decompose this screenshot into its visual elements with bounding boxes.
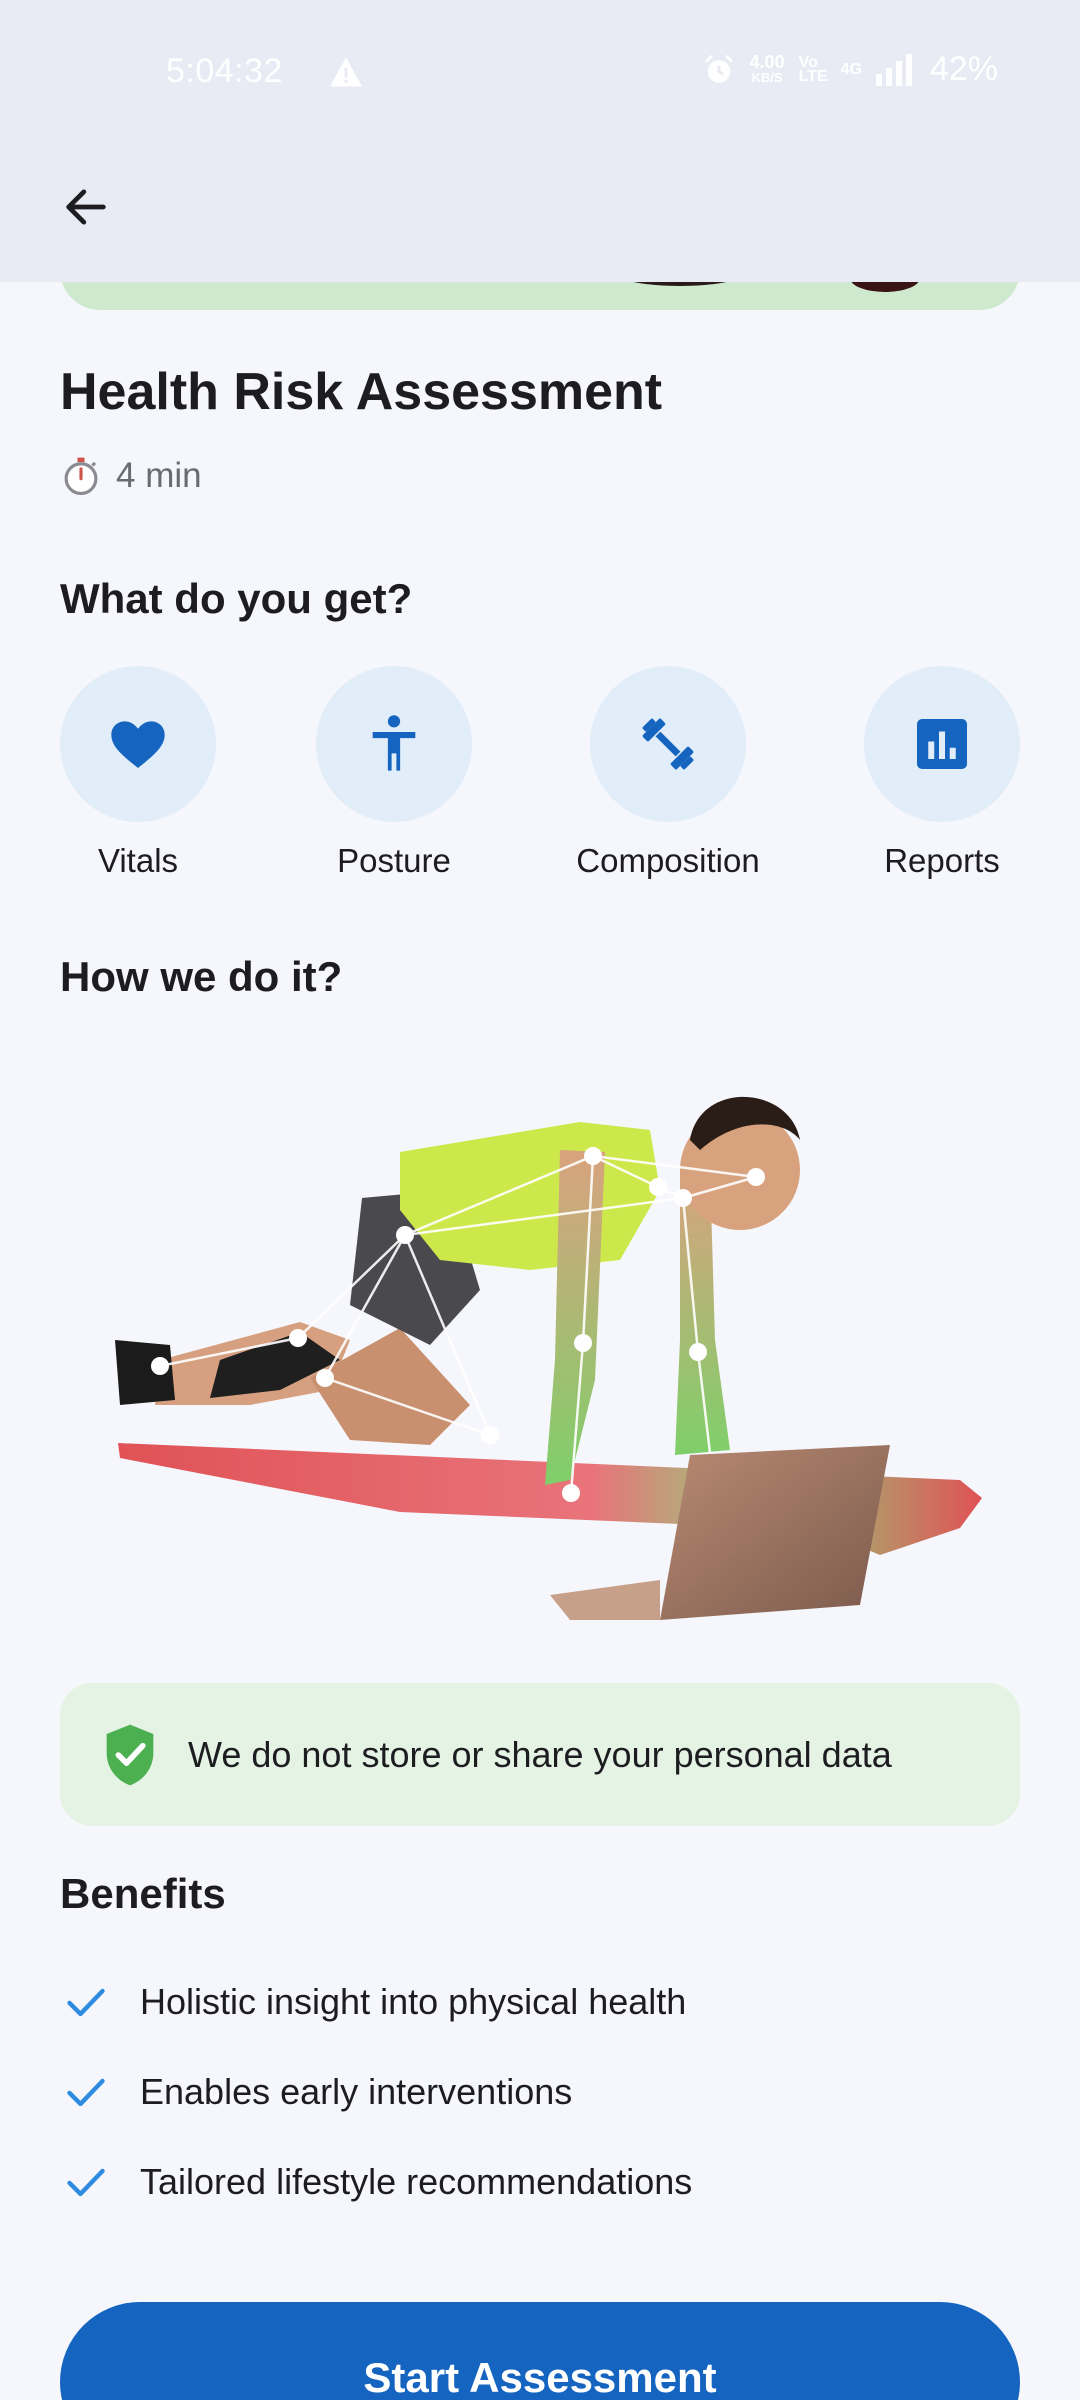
- battery-level: 42%: [929, 50, 998, 88]
- net-speed: 4.00 KB/S: [749, 51, 785, 86]
- feature-icon-circle: [60, 666, 216, 822]
- dumbbell-icon: [642, 718, 694, 770]
- start-assessment-button[interactable]: Start Assessment: [60, 2302, 1020, 2400]
- net-speed-value: 4.00: [749, 51, 785, 72]
- feature-icon-circle: [316, 666, 472, 822]
- benefits-heading: Benefits: [60, 1870, 226, 1917]
- pose-tracking-illustration: [115, 1096, 982, 1620]
- net-speed-unit: KB/S: [751, 69, 783, 85]
- app-bar: [0, 145, 1080, 282]
- feature-label: Posture: [337, 842, 451, 879]
- check-icon: [67, 1988, 105, 2017]
- feature-icon-circle: [864, 666, 1020, 822]
- feature-label: Reports: [884, 842, 1000, 879]
- arrow-left-icon: [66, 189, 106, 225]
- privacy-notice: We do not store or share your personal d…: [60, 1683, 1020, 1826]
- check-icon: [67, 2168, 105, 2197]
- warning-icon: [330, 57, 362, 87]
- benefit-item: Tailored lifestyle recommendations: [64, 2160, 692, 2204]
- back-button[interactable]: [46, 167, 126, 247]
- start-assessment-label: Start Assessment: [363, 2354, 717, 2400]
- duration: 4 min: [60, 455, 202, 497]
- feature-posture[interactable]: Posture: [284, 666, 504, 880]
- heart-icon: [111, 721, 165, 768]
- check-icon: [67, 2078, 105, 2107]
- method-heading: How we do it?: [60, 953, 343, 1000]
- status-bar: 5:04:32 4.00 KB/S Vo LTE 4G 42%: [0, 0, 1080, 145]
- feature-composition[interactable]: Composition: [558, 666, 778, 880]
- status-time: 5:04:32: [166, 52, 283, 90]
- duration-text: 4 min: [116, 456, 202, 495]
- features-heading: What do you get?: [60, 575, 413, 622]
- benefit-item: Enables early interventions: [64, 2070, 572, 2114]
- benefit-text: Enables early interventions: [140, 2071, 573, 2112]
- page-title: Health Risk Assessment: [60, 363, 663, 421]
- signal-icon: [875, 53, 912, 86]
- shield-check-icon: [106, 1724, 154, 1785]
- feature-icon-circle: [590, 666, 746, 822]
- volte-indicator: Vo LTE: [798, 53, 828, 85]
- feature-label: Composition: [576, 842, 760, 879]
- benefit-text: Tailored lifestyle recommendations: [140, 2161, 693, 2202]
- accessibility-icon: [372, 715, 416, 771]
- network-type: 4G: [840, 60, 862, 78]
- feature-reports[interactable]: Reports: [832, 666, 1052, 880]
- benefit-item: Holistic insight into physical health: [64, 1980, 686, 2024]
- bar-chart-icon: [917, 719, 967, 769]
- feature-label: Vitals: [97, 842, 179, 879]
- status-icons: 4.00 KB/S Vo LTE 4G 42%: [702, 50, 998, 89]
- benefit-text: Holistic insight into physical health: [140, 1981, 687, 2022]
- alarm-icon: [704, 54, 733, 83]
- privacy-text: We do not store or share your personal d…: [188, 1733, 892, 1775]
- stopwatch-icon: [64, 457, 98, 496]
- feature-vitals[interactable]: Vitals: [28, 666, 248, 880]
